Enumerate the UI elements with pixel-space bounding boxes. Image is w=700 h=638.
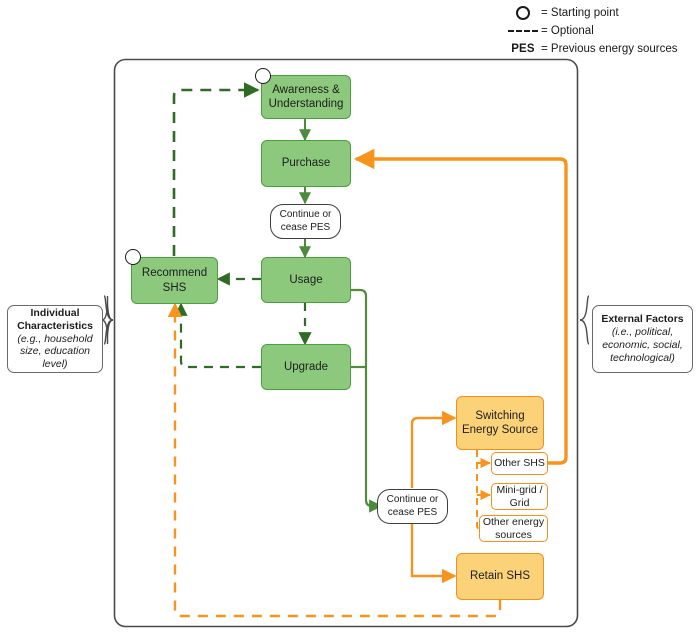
- node-awareness-understanding[interactable]: Awareness & Understanding: [261, 75, 351, 119]
- node-recommend-label: Recommend SHS: [141, 267, 208, 294]
- edge-usage-to-pes-bottom: [351, 288, 383, 513]
- node-usage[interactable]: Usage: [261, 257, 351, 303]
- annotation-right-title: External Factors: [601, 313, 684, 326]
- node-pes-top-label: Continue or cease PES: [279, 209, 332, 233]
- node-upgrade-label: Upgrade: [283, 360, 329, 373]
- node-awareness-label: Awareness & Understanding: [268, 83, 344, 110]
- annotation-individual-characteristics: Individual Characteristics (e.g., househ…: [7, 305, 103, 373]
- annotation-left-detail: (e.g., household size, education level): [17, 332, 93, 371]
- edge-pes-to-switching: [410, 410, 457, 488]
- diagram-canvas: = Starting point = Optional PES = Previo…: [0, 0, 700, 638]
- edge-recommend-to-awareness: [172, 82, 260, 256]
- annotation-right-detail: (i.e., political, economic, social, tech…: [602, 326, 683, 364]
- edge-pes-to-retain: [410, 524, 457, 584]
- node-continue-cease-pes-top[interactable]: Continue or cease PES: [270, 204, 341, 239]
- node-upgrade[interactable]: Upgrade: [261, 344, 351, 390]
- node-minigrid-grid[interactable]: Mini-grid / Grid: [491, 483, 548, 510]
- node-other-shs[interactable]: Other SHS: [491, 452, 548, 475]
- node-minigrid-label: Mini-grid / Grid: [496, 483, 543, 509]
- annotation-external-factors: External Factors (i.e., political, econo…: [592, 305, 693, 373]
- node-recommend-shs[interactable]: Recommend SHS: [131, 257, 218, 304]
- node-continue-cease-pes-bottom[interactable]: Continue or cease PES: [377, 489, 448, 524]
- node-purchase[interactable]: Purchase: [261, 140, 351, 187]
- node-other-energy-label: Other energy sources: [482, 515, 545, 541]
- starting-point-marker-recommend: [125, 249, 141, 265]
- node-other-shs-label: Other SHS: [494, 457, 545, 470]
- node-retain-shs[interactable]: Retain SHS: [456, 553, 544, 600]
- node-switching-label: Switching Energy Source: [461, 409, 539, 436]
- starting-point-marker-awareness: [255, 68, 271, 84]
- node-pes-bottom-label: Continue or cease PES: [386, 494, 439, 518]
- node-other-energy-sources[interactable]: Other energy sources: [479, 515, 548, 542]
- right-bracket: [579, 295, 590, 321]
- node-switching-energy-source[interactable]: Switching Energy Source: [456, 396, 544, 450]
- annotation-left-title: Individual Characteristics: [17, 307, 93, 332]
- node-purchase-label: Purchase: [281, 157, 331, 170]
- edge-upgrade-to-recommend: [174, 302, 261, 369]
- node-usage-label: Usage: [289, 273, 323, 286]
- node-retain-label: Retain SHS: [469, 570, 531, 583]
